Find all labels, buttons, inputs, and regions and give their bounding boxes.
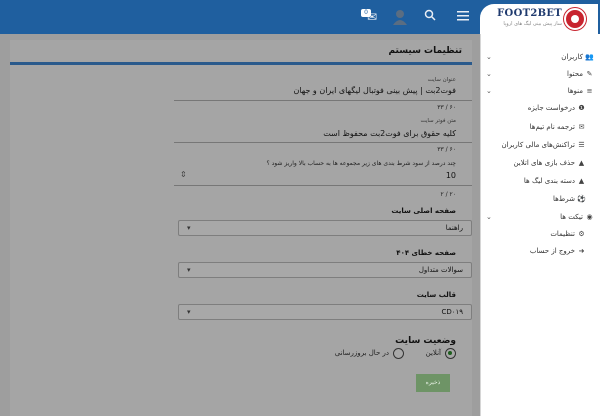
chevron-down-icon: ⌄ <box>486 87 492 95</box>
sidebar-item-league-categories[interactable]: ▲دسته بندی لیگ ها <box>482 174 586 188</box>
sidebar-item-delete-games[interactable]: ▲حذف بازی های اتلاین <box>482 156 586 170</box>
warning-icon: ▲ <box>578 177 585 185</box>
radio-maintenance[interactable] <box>393 348 404 359</box>
site-title-label: عنوان سایت <box>427 77 456 83</box>
referral-percent-underline <box>174 185 472 186</box>
sidebar-item-label: شرط‌ها <box>552 195 575 203</box>
referral-percent-field[interactable]: 10 <box>446 171 456 180</box>
sidebar-item-label: تنظیمات <box>550 230 575 238</box>
pencil-icon: ✎ <box>586 70 593 78</box>
gift-icon: ❶ <box>578 104 585 112</box>
settings-panel: تنظیمات سیستم عنوان سایت فوت‌2بت | پیش ب… <box>10 40 472 416</box>
sidebar-item-team-translation[interactable]: ✉ترجمه نام تیم‌ها <box>482 120 586 134</box>
radio-maintenance-label: در حال بروزرسانی <box>334 349 389 357</box>
dropdown-arrow-icon: ▾ <box>187 308 191 316</box>
gears-icon: ⚙ <box>578 230 585 238</box>
error404-select[interactable]: سوالات متداول ▾ <box>178 262 472 278</box>
warning-icon: ▲ <box>578 159 585 167</box>
ticket-icon: ◉ <box>586 213 593 221</box>
footer-text-label: متن فوتر سایت <box>420 118 456 124</box>
site-title-underline <box>174 100 472 101</box>
footer-text-field[interactable]: کلیه حقوق برای فوت‌2بت محفوظ است <box>323 129 456 138</box>
sidebar-item-bets[interactable]: ⚽شرط‌ها <box>482 192 586 206</box>
sidebar-item-label: درخواست جایزه <box>527 104 575 112</box>
sidebar-item-label: محتوا <box>567 70 583 78</box>
footer-text-counter: ۳۳ / ۶۰ <box>437 146 456 153</box>
sidebar-item-label: ترجمه نام تیم‌ها <box>529 123 575 131</box>
homepage-select[interactable]: راهنما ▾ <box>178 220 472 236</box>
sidebar-item-tickets[interactable]: ◉تیکت ها ⌄ <box>482 210 594 224</box>
chevron-down-icon: ⌄ <box>486 53 492 61</box>
sidebar-item-transactions[interactable]: ☰تراکنش‌های مالی کاربران <box>482 138 586 152</box>
title-divider <box>10 62 472 65</box>
main-content-overlay: تنظیمات سیستم عنوان سایت فوت‌2بت | پیش ب… <box>0 34 480 416</box>
search-icon[interactable] <box>421 9 439 25</box>
hamburger-menu-icon[interactable] <box>454 9 472 25</box>
logo-subtitle: ساز پیش بینی لیگ های اروپا <box>503 21 562 27</box>
radio-online[interactable] <box>445 348 456 359</box>
sidebar-item-label: دسته بندی لیگ ها <box>523 177 575 185</box>
site-status-radio-group: آنلاین در حال بروزرسانی <box>334 348 456 362</box>
mail-icon: ✉ <box>578 123 585 131</box>
users-icon: 👥 <box>585 53 594 61</box>
page-title: تنظیمات سیستم <box>388 46 463 56</box>
sidebar-item-menus[interactable]: ≡منوها ⌄ <box>482 84 594 98</box>
menu-icon: ≡ <box>586 87 593 95</box>
sidebar-item-logout[interactable]: ➜خروج از حساب <box>482 244 586 258</box>
template-label: قالب سایت <box>416 291 456 299</box>
chevron-down-icon: ⌄ <box>486 213 492 221</box>
footer-text-underline <box>174 142 472 143</box>
save-button[interactable]: ذخیره <box>416 374 450 392</box>
site-title-counter: ۳۳ / ۶۰ <box>437 104 456 111</box>
list-icon: ☰ <box>578 141 585 149</box>
sidebar: 👥کاربران ⌄ ✎محتوا ⌄ ≡منوها ⌄ ❶درخواست جا… <box>480 34 600 416</box>
radio-online-label: آنلاین <box>425 349 441 357</box>
user-avatar-icon[interactable] <box>391 9 409 25</box>
chevron-down-icon: ⌄ <box>486 70 492 78</box>
dropdown-arrow-icon: ▾ <box>187 224 191 232</box>
sidebar-item-settings[interactable]: ⚙تنظیمات <box>482 227 586 241</box>
sidebar-item-label: کاربران <box>561 53 583 61</box>
site-title-field[interactable]: فوت‌2بت | پیش بینی فوتبال لیگهای ایران و… <box>293 86 456 95</box>
sidebar-item-users[interactable]: 👥کاربران ⌄ <box>482 50 594 64</box>
error404-selected-value: سوالات متداول <box>418 266 463 274</box>
brand-logo[interactable]: FOOT2BET ساز پیش بینی لیگ های اروپا <box>480 4 598 34</box>
number-spinner-icon[interactable]: ⇕ <box>180 170 187 179</box>
homepage-selected-value: راهنما <box>445 224 463 232</box>
sidebar-item-prize-request[interactable]: ❶درخواست جایزه <box>482 101 586 115</box>
sidebar-item-content[interactable]: ✎محتوا ⌄ <box>482 67 594 81</box>
sidebar-item-label: تراکنش‌های مالی کاربران <box>501 141 575 149</box>
error404-label: صفحه خطای ۴۰۴ <box>396 249 456 257</box>
logo-text: FOOT2BET <box>497 8 562 19</box>
sidebar-item-label: حذف بازی های اتلاین <box>513 159 575 167</box>
referral-percent-label: چند درصد از سود شرط بندی های زیر مجموعه … <box>266 160 456 167</box>
logo-ball-icon <box>564 8 586 30</box>
dropdown-arrow-icon: ▾ <box>187 266 191 274</box>
soccer-icon: ⚽ <box>577 195 586 203</box>
template-select[interactable]: CD۰۱۹ ▾ <box>178 304 472 320</box>
notification-badge: 0 <box>361 9 371 17</box>
logout-icon: ➜ <box>578 247 585 255</box>
site-status-title: وضعیت سایت <box>395 336 456 346</box>
sidebar-item-label: خروج از حساب <box>529 247 575 255</box>
referral-percent-counter: ۲ / ۲۰ <box>440 191 456 198</box>
template-selected-value: CD۰۱۹ <box>441 308 463 316</box>
sidebar-item-label: تیکت ها <box>560 213 583 221</box>
sidebar-item-label: منوها <box>567 87 583 95</box>
homepage-label: صفحه اصلی سایت <box>391 207 456 215</box>
